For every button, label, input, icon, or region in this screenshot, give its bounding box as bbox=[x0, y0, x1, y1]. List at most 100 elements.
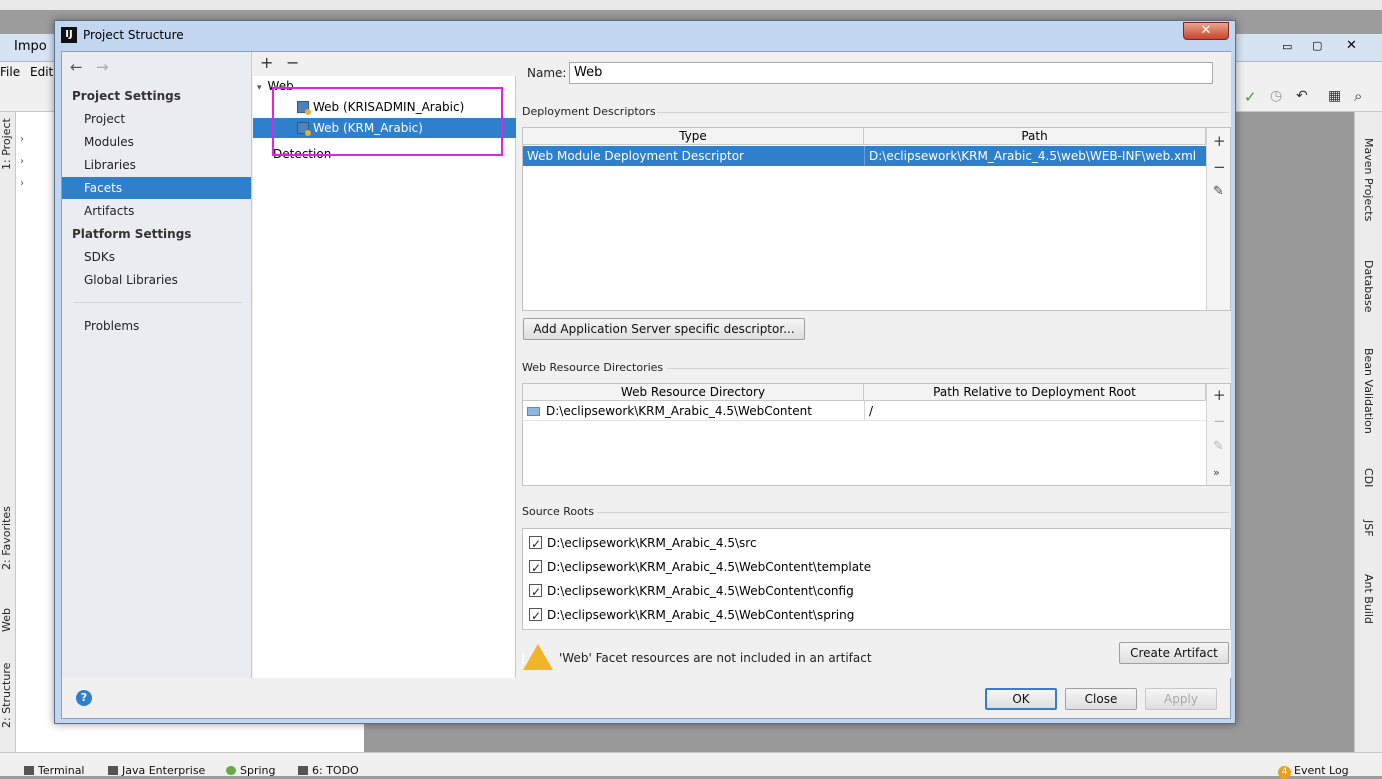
bottom-tool-strip: Terminal Java Enterprise Spring 6: TODO … bbox=[0, 752, 1382, 779]
tab-database[interactable]: Database bbox=[1362, 260, 1375, 313]
add-server-descriptor-button[interactable]: Add Application Server specific descript… bbox=[523, 318, 805, 340]
tab-web[interactable]: Web bbox=[0, 608, 13, 632]
add-web-resource-icon[interactable]: + bbox=[1213, 386, 1226, 404]
annotation-highlight-box bbox=[272, 87, 503, 156]
folder-icon bbox=[527, 407, 540, 416]
ok-button[interactable]: OK bbox=[985, 688, 1057, 710]
remove-descriptor-icon[interactable]: − bbox=[1213, 158, 1226, 176]
tab-ant-build[interactable]: Ant Build bbox=[1362, 574, 1375, 624]
left-tool-strip: 1: Project 2: Favorites Web 2: Structure bbox=[0, 112, 16, 752]
row-divider bbox=[523, 420, 1206, 421]
table-cell-web-resource-dir[interactable]: D:\eclipsework\KRM_Arabic_4.5\WebContent bbox=[523, 401, 864, 421]
name-input[interactable]: Web bbox=[569, 62, 1213, 84]
tab-cdi[interactable]: CDI bbox=[1362, 468, 1375, 487]
menu-edit[interactable]: Edit bbox=[30, 65, 53, 79]
revert-icon[interactable]: ↶ bbox=[1296, 88, 1308, 104]
project-structure-dialog: IJ Project Structure ✕ ← → Project Setti… bbox=[54, 20, 1236, 724]
nav-divider bbox=[74, 302, 242, 303]
help-icon[interactable]: ? bbox=[76, 690, 92, 706]
window-close-icon[interactable]: ✕ bbox=[1346, 38, 1357, 53]
tab-maven-projects[interactable]: Maven Projects bbox=[1362, 138, 1375, 221]
nav-item-libraries[interactable]: Libraries bbox=[62, 154, 251, 176]
back-arrow-icon[interactable]: ← bbox=[70, 58, 83, 76]
facet-tree-panel: + − ▾ Web Web (KRISADMIN_Arabic) Web (KRM… bbox=[253, 52, 516, 678]
source-roots-section: Source Roots bbox=[522, 505, 594, 518]
tab-todo[interactable]: 6: TODO bbox=[298, 764, 359, 777]
expand-arrow-icon[interactable]: › bbox=[20, 156, 24, 167]
tab-terminal[interactable]: Terminal bbox=[24, 764, 85, 777]
collapse-arrow-icon[interactable]: ▾ bbox=[257, 83, 262, 93]
os-top-menubar bbox=[0, 0, 1382, 10]
tab-structure[interactable]: 2: Structure bbox=[0, 663, 13, 728]
source-root-checkbox[interactable] bbox=[529, 605, 542, 627]
edit-descriptor-icon[interactable]: ✎ bbox=[1213, 184, 1224, 199]
remove-facet-button[interactable]: − bbox=[286, 53, 299, 72]
expand-arrow-icon[interactable]: › bbox=[20, 178, 24, 189]
project-settings-header: Project Settings bbox=[72, 89, 181, 103]
tab-project[interactable]: 1: Project bbox=[0, 118, 13, 170]
source-root-checkbox[interactable] bbox=[529, 533, 542, 555]
menu-file[interactable]: File bbox=[0, 65, 20, 79]
section-divider bbox=[667, 368, 1229, 369]
right-tool-strip: Maven Projects Database Bean Validation … bbox=[1354, 112, 1382, 752]
name-label: Name: bbox=[527, 66, 567, 80]
table-cell-path[interactable]: D:\eclipsework\KRM_Arabic_4.5\web\WEB-IN… bbox=[864, 146, 1206, 166]
apply-button[interactable]: Apply bbox=[1145, 688, 1217, 710]
descriptor-table-toolbar: + − ✎ bbox=[1206, 128, 1230, 310]
nav-item-global-libraries[interactable]: Global Libraries bbox=[62, 269, 251, 291]
section-divider bbox=[597, 512, 1229, 513]
project-structure-icon[interactable]: ▦ bbox=[1328, 88, 1341, 104]
source-root-checkbox[interactable] bbox=[529, 581, 542, 603]
nav-item-modules[interactable]: Modules bbox=[62, 131, 251, 153]
column-header-path[interactable]: Path bbox=[864, 128, 1206, 145]
nav-item-sdks[interactable]: SDKs bbox=[62, 246, 251, 268]
column-header-web-resource-directory[interactable]: Web Resource Directory bbox=[523, 384, 864, 401]
nav-item-facets[interactable]: Facets bbox=[62, 177, 251, 199]
tree-toolbar: + − bbox=[253, 52, 516, 76]
web-resource-directories-section: Web Resource Directories bbox=[522, 361, 664, 374]
settings-nav: ← → Project Settings Project Modules Lib… bbox=[62, 52, 252, 678]
close-button[interactable]: Close bbox=[1065, 688, 1137, 710]
tab-spring[interactable]: Spring bbox=[226, 764, 276, 777]
source-root-item[interactable]: D:\eclipsework\KRM_Arabic_4.5\WebContent… bbox=[529, 580, 854, 603]
remove-web-resource-icon[interactable]: − bbox=[1213, 412, 1226, 430]
tab-java-enterprise[interactable]: Java Enterprise bbox=[108, 764, 205, 777]
facet-editor: Name: Web Deployment Descriptors Type Pa… bbox=[517, 52, 1231, 678]
more-icon[interactable]: » bbox=[1213, 466, 1220, 479]
nav-item-project[interactable]: Project bbox=[62, 108, 251, 130]
source-root-item[interactable]: D:\eclipsework\KRM_Arabic_4.5\WebContent… bbox=[529, 556, 871, 579]
minimize-icon[interactable]: ▭ bbox=[1282, 40, 1292, 53]
column-header-path-relative[interactable]: Path Relative to Deployment Root bbox=[864, 384, 1206, 401]
create-artifact-button[interactable]: Create Artifact bbox=[1119, 642, 1229, 664]
table-cell-relative-path[interactable]: / bbox=[864, 401, 1206, 421]
section-divider bbox=[657, 112, 1229, 113]
column-header-type[interactable]: Type bbox=[523, 128, 864, 145]
tab-bean-validation[interactable]: Bean Validation bbox=[1362, 348, 1375, 434]
nav-item-artifacts[interactable]: Artifacts bbox=[62, 200, 251, 222]
source-root-checkbox[interactable] bbox=[529, 557, 542, 579]
table-cell-type[interactable]: Web Module Deployment Descriptor bbox=[523, 146, 864, 166]
deployment-descriptors-section: Deployment Descriptors bbox=[522, 105, 656, 118]
tab-favorites[interactable]: 2: Favorites bbox=[0, 506, 13, 570]
deployment-descriptors-table: Type Path Web Module Deployment Descript… bbox=[522, 127, 1231, 311]
nav-item-problems[interactable]: Problems bbox=[62, 315, 251, 337]
dialog-title: Project Structure bbox=[83, 28, 184, 42]
dialog-close-button[interactable]: ✕ bbox=[1183, 22, 1229, 40]
source-root-item[interactable]: D:\eclipsework\KRM_Arabic_4.5\src bbox=[529, 532, 757, 555]
warning-message: 'Web' Facet resources are not included i… bbox=[559, 651, 872, 665]
edit-web-resource-icon[interactable]: ✎ bbox=[1213, 439, 1224, 454]
maximize-icon[interactable]: ▢ bbox=[1312, 39, 1322, 52]
search-icon[interactable]: ⌕ bbox=[1354, 87, 1362, 105]
add-descriptor-icon[interactable]: + bbox=[1213, 132, 1226, 150]
web-resource-table-toolbar: + − ✎ » bbox=[1206, 384, 1230, 485]
tab-jsf[interactable]: JSF bbox=[1362, 520, 1375, 537]
source-root-item[interactable]: D:\eclipsework\KRM_Arabic_4.5\WebContent… bbox=[529, 604, 854, 627]
event-log[interactable]: 4 Event Log bbox=[1278, 764, 1349, 779]
history-icon[interactable]: ◷ bbox=[1270, 88, 1282, 104]
event-log-badge: 4 bbox=[1278, 766, 1291, 779]
commit-check-icon[interactable]: ✓ bbox=[1244, 88, 1257, 106]
expand-arrow-icon[interactable]: › bbox=[20, 134, 24, 145]
forward-arrow-icon[interactable]: → bbox=[96, 58, 109, 76]
add-facet-button[interactable]: + bbox=[260, 53, 273, 72]
ide-title: Impo bbox=[14, 39, 47, 54]
